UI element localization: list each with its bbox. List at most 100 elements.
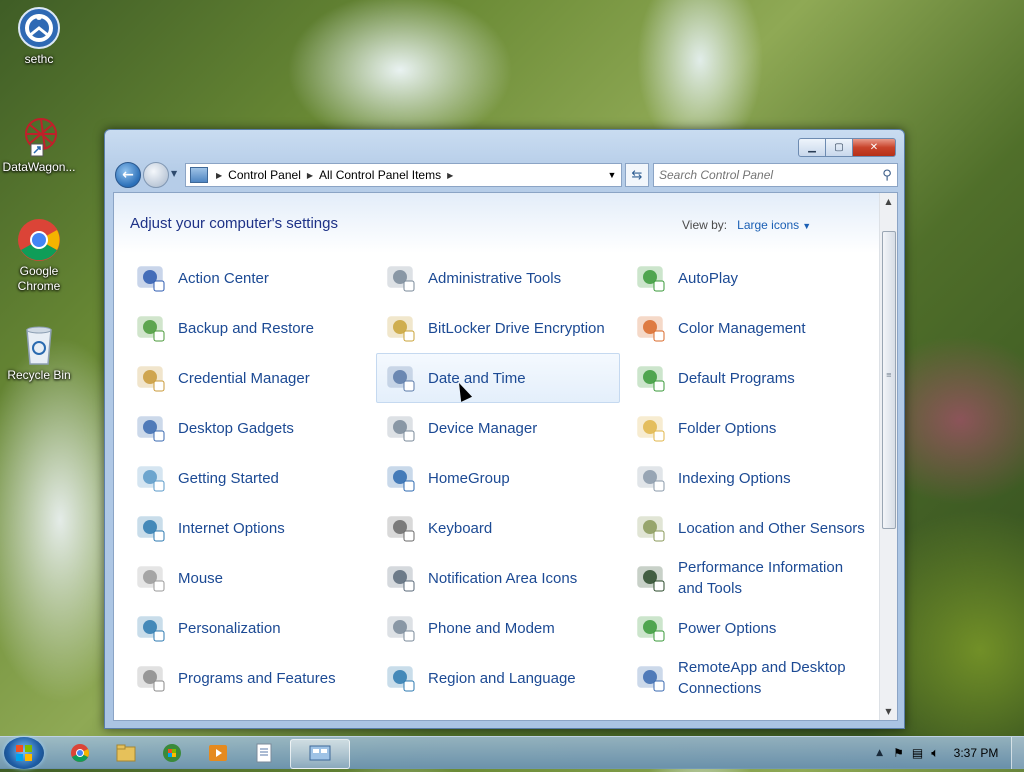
control-panel-item[interactable]: Default Programs (626, 353, 870, 403)
desktop-icon-label: sethc (24, 52, 54, 66)
control-panel-item[interactable]: Keyboard (376, 503, 620, 553)
control-panel-item[interactable]: HomeGroup (376, 453, 620, 503)
programs-icon (134, 661, 168, 695)
phone-icon (384, 611, 418, 645)
scroll-up-button[interactable]: ▲ (880, 193, 897, 210)
control-panel-item-label: Indexing Options (678, 469, 791, 487)
volume-icon[interactable]: 🔈︎ (931, 746, 939, 761)
control-panel-window: ▁ ▢ ✕ ← ▼ ▶ Control Panel ▶ All Control … (104, 129, 905, 729)
search-icon[interactable]: ⚲ (877, 168, 897, 183)
desktop-icon-label: DataWagon... (2, 160, 76, 174)
back-button[interactable]: ← (115, 162, 141, 188)
control-panel-icon (309, 745, 331, 761)
desktop-icon-datawagon[interactable]: DataWagon... (0, 114, 78, 175)
control-panel-item-label: Notification Area Icons (428, 569, 578, 587)
chevron-right-icon[interactable]: ▶ (307, 171, 313, 180)
caption-buttons: ▁ ▢ ✕ (798, 138, 896, 157)
taskbar-media-center[interactable] (152, 739, 192, 767)
default-programs-icon (634, 361, 668, 395)
taskbar-notepad[interactable] (244, 739, 284, 767)
clock[interactable]: 3:37 PM (941, 746, 1011, 760)
sensor-icon (634, 511, 668, 545)
desktop-icon-sethc[interactable]: sethc (0, 6, 78, 67)
taskbar-chrome[interactable] (60, 739, 100, 767)
maximize-button[interactable]: ▢ (826, 138, 853, 157)
recycle-bin-icon (17, 322, 61, 366)
control-panel-item-label: Credential Manager (178, 369, 310, 387)
address-dropdown[interactable]: ▼ (602, 170, 621, 180)
control-panel-item[interactable]: AutoPlay (626, 253, 870, 303)
flag-icon (134, 261, 168, 295)
control-panel-item[interactable]: Phone and Modem (376, 603, 620, 653)
control-panel-item-label: BitLocker Drive Encryption (428, 319, 605, 337)
taskbar-explorer[interactable] (106, 739, 146, 767)
desktop-icon-recycle-bin[interactable]: Recycle Bin (0, 322, 78, 383)
control-panel-item-label: Backup and Restore (178, 319, 314, 337)
grip-icon: ≡ (886, 371, 892, 379)
chevron-right-icon[interactable]: ▶ (447, 171, 453, 180)
control-panel-item[interactable]: Internet Options (126, 503, 370, 553)
control-panel-item[interactable]: Power Options (626, 603, 870, 653)
control-panel-item[interactable]: Backup and Restore (126, 303, 370, 353)
windows-logo-icon (16, 745, 32, 761)
network-icon[interactable]: ▤ (912, 746, 923, 760)
control-panel-item[interactable]: Date and Time (376, 353, 620, 403)
control-panel-item[interactable]: Performance Information and Tools (626, 553, 870, 603)
taskbar-control-panel[interactable] (290, 739, 350, 769)
refresh-button[interactable]: ⇆ (625, 163, 649, 187)
action-center-icon[interactable]: ⚑ (893, 746, 904, 760)
show-desktop-button[interactable] (1011, 737, 1024, 769)
recent-pages-dropdown[interactable]: ▼ (171, 169, 177, 178)
control-panel-item[interactable]: Personalization (126, 603, 370, 653)
control-panel-item-label: HomeGroup (428, 469, 510, 487)
forward-button[interactable] (143, 162, 169, 188)
taskbar-media-player[interactable] (198, 739, 238, 767)
control-panel-item[interactable]: Programs and Features (126, 653, 370, 703)
desktop-icon-label: Recycle Bin (7, 368, 71, 382)
control-panel-item[interactable]: Color Management (626, 303, 870, 353)
calendar-clock-icon (384, 361, 418, 395)
breadcrumb-all-items[interactable]: All Control Panel Items (319, 168, 441, 182)
control-panel-item[interactable]: Getting Started (126, 453, 370, 503)
control-panel-item[interactable]: Device Manager (376, 403, 620, 453)
view-by-dropdown[interactable]: Large icons (737, 218, 799, 232)
start-button[interactable] (4, 737, 44, 769)
control-panel-item-label: Mouse (178, 569, 224, 587)
control-panel-item-label: Programs and Features (178, 669, 336, 687)
search-box[interactable]: ⚲ (653, 163, 898, 187)
control-panel-item[interactable]: Indexing Options (626, 453, 870, 503)
control-panel-item[interactable]: Folder Options (626, 403, 870, 453)
content-pane: Adjust your computer's settings View by:… (113, 192, 898, 721)
search-input[interactable] (654, 167, 877, 183)
scroll-thumb[interactable]: ≡ (882, 231, 896, 529)
minimize-button[interactable]: ▁ (798, 138, 826, 157)
control-panel-item[interactable]: Notification Area Icons (376, 553, 620, 603)
close-button[interactable]: ✕ (853, 138, 896, 157)
control-panel-item[interactable]: Region and Language (376, 653, 620, 703)
control-panel-item[interactable]: Credential Manager (126, 353, 370, 403)
control-panel-item-label: Performance Information and Tools (678, 559, 844, 597)
control-panel-item[interactable]: Mouse (126, 553, 370, 603)
folder-icon (634, 411, 668, 445)
chevron-right-icon[interactable]: ▶ (216, 171, 222, 180)
breadcrumb-control-panel[interactable]: Control Panel (228, 168, 301, 182)
show-hidden-icons-button[interactable]: ▲ (876, 748, 883, 758)
desktop-icon-google-chrome[interactable]: Google Chrome (0, 218, 78, 294)
control-panel-item-label: Personalization (178, 619, 281, 637)
vertical-scrollbar[interactable]: ▲ ≡ ▼ (879, 193, 897, 720)
control-panel-item[interactable]: RemoteApp and Desktop Connections (626, 653, 870, 703)
scroll-down-button[interactable]: ▼ (880, 703, 897, 720)
address-bar[interactable]: ▶ Control Panel ▶ All Control Panel Item… (185, 163, 622, 187)
control-panel-item[interactable]: Action Center (126, 253, 370, 303)
taskbar: ▲ ⚑ ▤ 🔈︎ 3:37 PM (0, 736, 1024, 769)
control-panel-item[interactable]: Administrative Tools (376, 253, 620, 303)
mouse-icon (134, 561, 168, 595)
chrome-icon (17, 218, 61, 262)
key-icon (384, 311, 418, 345)
control-panel-item[interactable]: Desktop Gadgets (126, 403, 370, 453)
backup-icon (134, 311, 168, 345)
control-panel-item[interactable]: BitLocker Drive Encryption (376, 303, 620, 353)
chevron-down-icon[interactable]: ▼ (802, 221, 811, 231)
homegroup-icon (384, 461, 418, 495)
control-panel-item[interactable]: Location and Other Sensors (626, 503, 870, 553)
